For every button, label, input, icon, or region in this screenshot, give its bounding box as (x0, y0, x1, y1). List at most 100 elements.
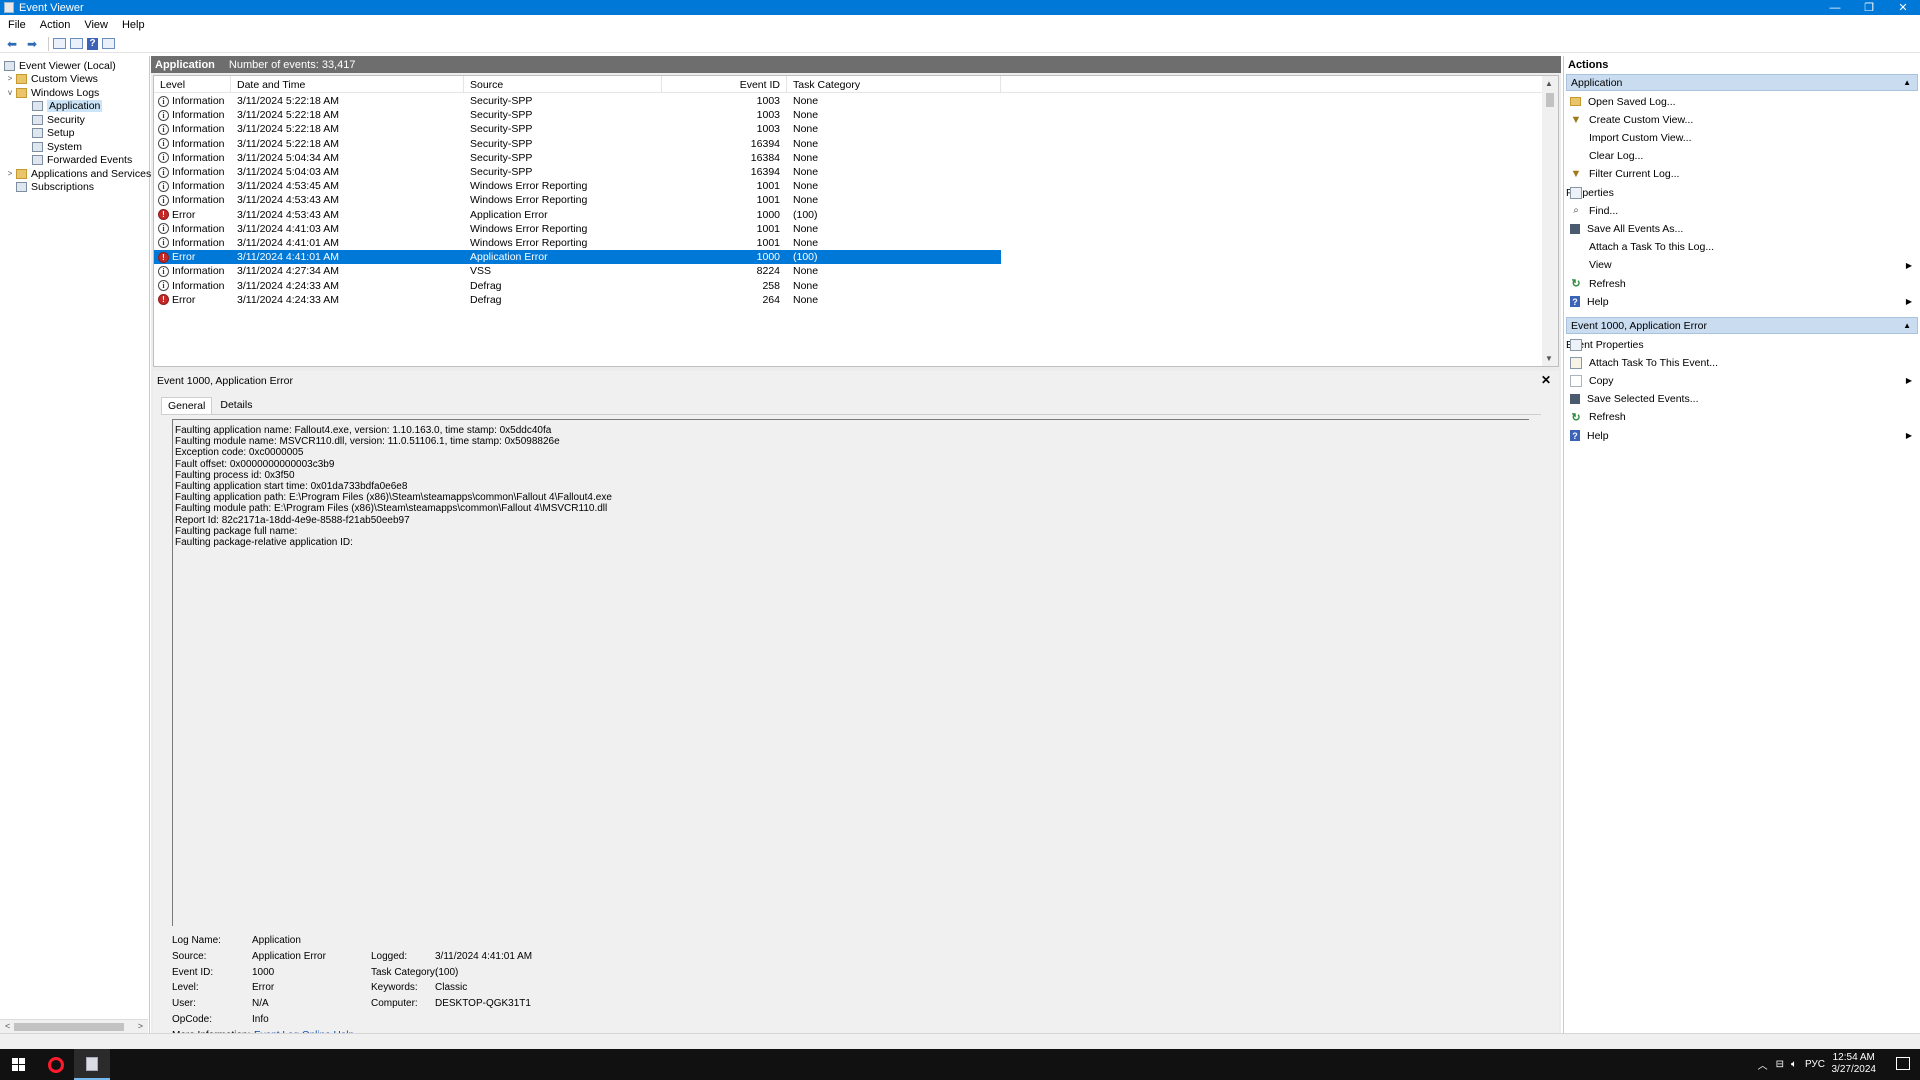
computer-icon (4, 60, 15, 71)
event-row[interactable]: i Information 3/11/2024 5:22:18 AM Security… (154, 94, 1542, 108)
taskbar-event-viewer-button[interactable] (74, 1049, 110, 1080)
tree-item-windows-logs[interactable]: v Windows Logs (6, 86, 99, 99)
scroll-up-icon[interactable]: ▲ (1545, 79, 1553, 88)
event-row[interactable]: ! Error 3/11/2024 4:41:01 AM Application Er… (154, 250, 1001, 265)
tree-item-system[interactable]: System (32, 140, 82, 153)
menu-help[interactable]: Help (122, 19, 145, 31)
action-refresh[interactable]: ↻ Refresh (1566, 275, 1918, 292)
taskbar-opera-button[interactable] (38, 1049, 74, 1080)
save-icon (1570, 394, 1580, 405)
collapse-caret-icon[interactable]: ▲ (1903, 78, 1911, 87)
event-row[interactable]: i Information 3/11/2024 5:04:03 AM Security… (154, 165, 1542, 179)
action-event-properties[interactable]: Event Properties (1566, 336, 1918, 353)
show-hidden-icons-chevron-icon[interactable]: ︿ (1758, 1057, 1768, 1072)
tree-item-setup[interactable]: Setup (32, 126, 74, 139)
event-list: Level Date and Time Source Event ID Task… (153, 75, 1559, 367)
source-cell: Security-SPP (470, 166, 533, 179)
scroll-left-icon[interactable]: < (5, 1021, 10, 1031)
collapse-caret-icon[interactable]: ▲ (1903, 321, 1911, 330)
event-row[interactable]: i Information 3/11/2024 4:41:01 AM Windows … (154, 236, 1542, 250)
action-attach-task-to-this-event[interactable]: Attach Task To This Event... (1566, 354, 1918, 371)
forward-arrow-icon[interactable]: ➡ (24, 37, 40, 51)
action-save-all-events-as[interactable]: Save All Events As... (1566, 220, 1918, 237)
action-properties[interactable]: Properties (1566, 184, 1918, 201)
close-window-button[interactable]: ✕ (1886, 0, 1920, 15)
tree-item-application[interactable]: Application (32, 99, 103, 112)
menu-view[interactable]: View (84, 19, 108, 31)
tree-item-forwarded-events[interactable]: Forwarded Events (32, 153, 132, 166)
event-description[interactable]: Faulting application name: Fallout4.exe,… (172, 419, 1529, 926)
scroll-down-icon[interactable]: ▼ (1545, 354, 1553, 363)
action-import-custom-view[interactable]: Import Custom View... (1566, 129, 1918, 146)
show-hide-action-pane-icon[interactable] (102, 38, 115, 49)
menu-action[interactable]: Action (40, 19, 71, 31)
tab-general[interactable]: General (161, 397, 213, 414)
volume-icon[interactable]: 🔈︎ (1791, 1059, 1797, 1070)
event-row[interactable]: i Information 3/11/2024 5:22:18 AM Security… (154, 137, 1542, 151)
start-button[interactable] (0, 1049, 36, 1080)
event-row[interactable]: i Information 3/11/2024 4:24:33 AM Defrag 25… (154, 278, 1542, 292)
collapse-chevron-icon[interactable]: v (6, 88, 14, 97)
action-save-selected-events[interactable]: Save Selected Events... (1566, 391, 1918, 408)
input-language-indicator[interactable]: РУС (1805, 1059, 1825, 1070)
help-icon: ? (1570, 296, 1580, 308)
description-line: Exception code: 0xc0000005 (175, 447, 304, 459)
event-row[interactable]: ! Error 3/11/2024 4:24:33 AM Defrag 264 None (154, 293, 1542, 307)
actions-section-event[interactable]: Event 1000, Application Error ▲ (1566, 317, 1918, 334)
action-refresh[interactable]: ↻ Refresh (1566, 409, 1918, 426)
tree-item-security[interactable]: Security (32, 113, 85, 126)
event-row[interactable]: i Information 3/11/2024 5:22:18 AM Security… (154, 108, 1542, 122)
scrollbar-thumb[interactable] (1546, 93, 1554, 107)
tree-item-custom-views[interactable]: > Custom Views (6, 72, 98, 85)
description-line: Faulting process id: 0x3f50 (175, 469, 295, 481)
action-find[interactable]: ⌕ Find... (1566, 202, 1918, 219)
action-copy[interactable]: Copy ▶ (1566, 372, 1918, 389)
restore-button[interactable]: ❐ (1852, 0, 1886, 15)
action-filter-current-log[interactable]: ▼ Filter Current Log... (1566, 166, 1918, 183)
back-arrow-icon[interactable]: ⬅ (4, 37, 20, 51)
log-icon (32, 141, 43, 152)
event-row[interactable]: i Information 3/11/2024 4:53:45 AM Windows … (154, 179, 1542, 193)
tree-item-event-viewer-local[interactable]: Event Viewer (Local) (4, 59, 116, 72)
action-help[interactable]: ? Help ▶ (1566, 293, 1918, 310)
expand-chevron-icon[interactable]: > (6, 74, 14, 83)
column-task-category[interactable]: Task Category (787, 76, 1001, 93)
event-row[interactable]: i Information 3/11/2024 4:27:34 AM VSS 8224 N… (154, 264, 1542, 278)
action-create-custom-view[interactable]: ▼ Create Custom View... (1566, 111, 1918, 128)
column-level[interactable]: Level (154, 76, 231, 93)
event-row[interactable]: i Information 3/11/2024 5:04:34 AM Security… (154, 151, 1542, 165)
column-event-id[interactable]: Event ID (662, 76, 787, 93)
action-view[interactable]: View ▶ (1566, 257, 1918, 274)
action-help[interactable]: ? Help ▶ (1566, 427, 1918, 444)
actions-title: Actions (1568, 59, 1609, 71)
tree-horizontal-scrollbar[interactable]: < > (0, 1019, 148, 1033)
column-date-time[interactable]: Date and Time (231, 76, 464, 93)
column-source[interactable]: Source (464, 76, 662, 93)
tab-details[interactable]: Details (214, 397, 258, 414)
event-row[interactable]: i Information 3/11/2024 4:41:03 AM Windows … (154, 222, 1542, 236)
show-hide-console-tree-icon[interactable] (70, 38, 83, 49)
event-row[interactable]: i Information 3/11/2024 5:22:18 AM Security… (154, 122, 1542, 136)
minimize-button[interactable]: — (1818, 0, 1852, 15)
event-row[interactable]: i Information 3/11/2024 4:53:43 AM Windows … (154, 193, 1542, 207)
menu-file[interactable]: File (8, 19, 26, 31)
event-row[interactable]: ! Error 3/11/2024 4:53:43 AM Application Er… (154, 208, 1542, 222)
network-icon[interactable]: ⊟ (1776, 1059, 1784, 1070)
action-label: Clear Log... (1589, 150, 1644, 163)
action-open-saved-log[interactable]: Open Saved Log... (1566, 93, 1918, 110)
close-detail-icon[interactable]: ✕ (1541, 373, 1551, 387)
tree-item-applications-and-services[interactable]: > Applications and Services Lo (6, 167, 166, 180)
actions-section-application[interactable]: Application ▲ (1566, 74, 1918, 91)
tree-item-subscriptions[interactable]: Subscriptions (16, 180, 94, 193)
scroll-right-icon[interactable]: > (138, 1021, 143, 1031)
action-attach-a-task-to-this-log[interactable]: Attach a Task To this Log... (1566, 239, 1918, 256)
expand-chevron-icon[interactable]: > (6, 169, 14, 178)
event-list-vertical-scrollbar[interactable]: ▲ ▼ (1542, 76, 1558, 366)
description-line: Faulting module path: E:\Program Files (… (175, 503, 608, 515)
action-clear-log[interactable]: Clear Log... (1566, 148, 1918, 165)
scrollbar-thumb[interactable] (14, 1023, 124, 1031)
taskbar-clock[interactable]: 12:54 AM 3/27/2024 (1832, 1052, 1877, 1076)
help-icon[interactable]: ? (87, 37, 98, 50)
up-folder-icon[interactable] (53, 38, 66, 49)
action-center-icon[interactable] (1896, 1057, 1910, 1070)
